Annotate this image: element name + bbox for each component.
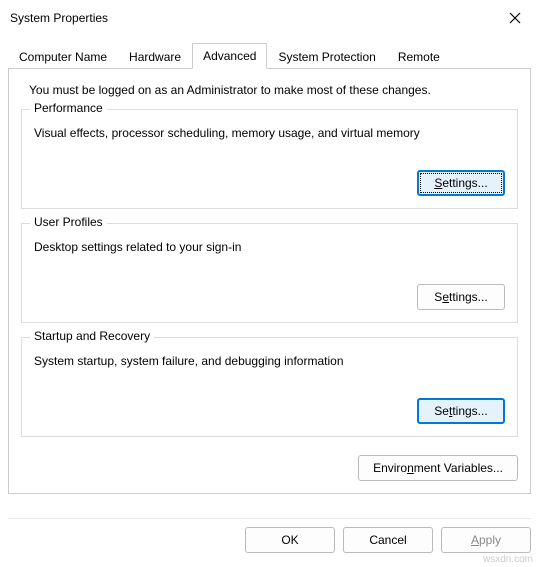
user-profiles-settings-button[interactable]: Settings... xyxy=(417,284,505,310)
startup-recovery-settings-button[interactable]: Settings... xyxy=(417,398,505,424)
group-performance: Performance Visual effects, processor sc… xyxy=(21,109,518,209)
admin-note: You must be logged on as an Administrato… xyxy=(21,83,518,97)
tab-hardware[interactable]: Hardware xyxy=(118,44,192,69)
group-title-performance: Performance xyxy=(30,101,107,115)
close-icon xyxy=(509,12,521,24)
group-startup-recovery: Startup and Recovery System startup, sys… xyxy=(21,337,518,437)
group-title-user-profiles: User Profiles xyxy=(30,215,107,229)
window-title: System Properties xyxy=(10,11,108,25)
tab-computer-name[interactable]: Computer Name xyxy=(8,44,118,69)
group-title-startup-recovery: Startup and Recovery xyxy=(30,329,154,343)
tab-panel-advanced: You must be logged on as an Administrato… xyxy=(8,68,531,494)
tab-strip: Computer Name Hardware Advanced System P… xyxy=(0,42,539,68)
group-desc-startup-recovery: System startup, system failure, and debu… xyxy=(34,354,505,368)
title-bar: System Properties xyxy=(0,0,539,34)
apply-button[interactable]: Apply xyxy=(441,527,531,553)
performance-settings-button[interactable]: Settings... xyxy=(417,170,505,196)
ok-button[interactable]: OK xyxy=(245,527,335,553)
environment-variables-button[interactable]: Environment Variables... xyxy=(358,455,518,481)
close-button[interactable] xyxy=(501,6,529,30)
tab-system-protection[interactable]: System Protection xyxy=(267,44,386,69)
group-desc-user-profiles: Desktop settings related to your sign-in xyxy=(34,240,505,254)
tab-advanced[interactable]: Advanced xyxy=(192,43,267,69)
tab-remote[interactable]: Remote xyxy=(387,44,451,69)
dialog-button-bar: OK Cancel Apply xyxy=(8,518,531,561)
group-user-profiles: User Profiles Desktop settings related t… xyxy=(21,223,518,323)
group-desc-performance: Visual effects, processor scheduling, me… xyxy=(34,126,505,140)
cancel-button[interactable]: Cancel xyxy=(343,527,433,553)
